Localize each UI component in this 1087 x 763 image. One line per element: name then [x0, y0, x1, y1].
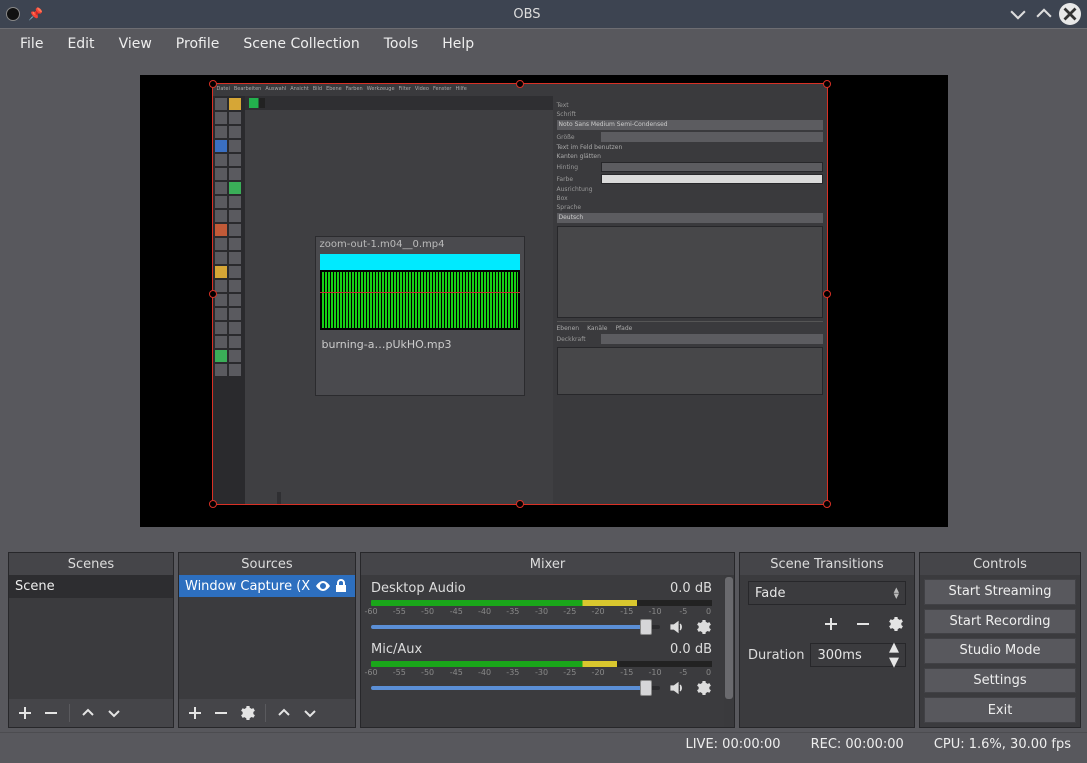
status-cpu: CPU: 1.6%, 30.00 fps [934, 737, 1071, 752]
duration-label: Duration [748, 648, 804, 663]
resize-handle-ml[interactable] [209, 290, 217, 298]
captured-float-window: zoom-out-1.m04__0.mp4 burning-a…pUkHO.mp… [315, 236, 525, 396]
transition-properties-button[interactable] [884, 613, 906, 635]
move-source-down-button[interactable] [300, 703, 320, 723]
mixer-channel-db: 0.0 dB [670, 642, 712, 657]
mixer-ticks: -60 -55 -50 -45 -40 -35 -30 -25 -20 -15 … [371, 668, 712, 677]
start-streaming-button[interactable]: Start Streaming [924, 579, 1076, 605]
start-recording-button[interactable]: Start Recording [924, 609, 1076, 635]
scenes-toolbar [9, 699, 173, 727]
speaker-icon[interactable] [668, 618, 686, 636]
remove-source-button[interactable] [211, 703, 231, 723]
remove-transition-button[interactable] [852, 613, 874, 635]
add-transition-button[interactable] [820, 613, 842, 635]
dock-panels: Scenes Scene Sources Window Capture (X [0, 548, 1087, 732]
mixer-channel-name: Desktop Audio [371, 581, 466, 596]
source-item-label: Window Capture (X [185, 579, 313, 594]
scenes-list[interactable]: Scene [9, 575, 173, 699]
source-selection[interactable]: DateiBearbeitenAuswahlAnsichtBildEbeneFa… [212, 83, 828, 505]
scene-item[interactable]: Scene [9, 575, 173, 598]
menu-help[interactable]: Help [430, 32, 486, 56]
resize-handle-tm[interactable] [516, 80, 524, 88]
status-rec: REC: 00:00:00 [811, 737, 904, 752]
mixer-meter [371, 661, 712, 667]
move-source-up-button[interactable] [274, 703, 294, 723]
volume-slider[interactable] [371, 619, 660, 635]
pin-icon[interactable]: 📌 [28, 7, 43, 21]
panel-scenes-header: Scenes [9, 553, 173, 575]
menu-edit[interactable]: Edit [55, 32, 106, 56]
panel-controls: Controls Start Streaming Start Recording… [919, 552, 1081, 728]
menu-tools[interactable]: Tools [372, 32, 431, 56]
status-live: LIVE: 00:00:00 [685, 737, 780, 752]
menu-view[interactable]: View [107, 32, 164, 56]
mixer-channel-db: 0.0 dB [670, 581, 712, 596]
panel-controls-header: Controls [920, 553, 1080, 575]
resize-handle-br[interactable] [823, 500, 831, 508]
app-icon [6, 7, 20, 21]
volume-slider[interactable] [371, 680, 660, 696]
captured-right-dock: Text Schrift Noto Sans Medium Semi-Conde… [553, 96, 827, 504]
move-scene-up-button[interactable] [78, 703, 98, 723]
source-properties-button[interactable] [237, 703, 257, 723]
duration-spinbox[interactable]: 300ms ▲▼ [810, 643, 906, 667]
gear-icon[interactable] [694, 679, 712, 697]
menu-scene-collection[interactable]: Scene Collection [231, 32, 371, 56]
mixer-channel-mic: Mic/Aux 0.0 dB -60 -55 -50 -45 -40 -35 -… [371, 642, 712, 697]
captured-canvas-area: zoom-out-1.m04__0.mp4 burning-a…pUkHO.mp… [245, 96, 555, 504]
minimize-button[interactable] [1007, 3, 1029, 25]
statusbar: LIVE: 00:00:00 REC: 00:00:00 CPU: 1.6%, … [0, 732, 1087, 756]
panel-scenes: Scenes Scene [8, 552, 174, 728]
mixer-meter [371, 600, 712, 606]
sources-list[interactable]: Window Capture (X [179, 575, 355, 699]
transition-select[interactable]: Fade ▲▼ [748, 581, 906, 605]
chevron-updown-icon: ▲▼ [889, 640, 899, 670]
speaker-icon[interactable] [668, 679, 686, 697]
panel-mixer: Mixer Desktop Audio 0.0 dB -60 -55 -50 [360, 552, 735, 728]
menu-profile[interactable]: Profile [164, 32, 232, 56]
resize-handle-tl[interactable] [209, 80, 217, 88]
captured-toolbox [213, 96, 245, 504]
resize-handle-bl[interactable] [209, 500, 217, 508]
titlebar: 📌 OBS [0, 0, 1087, 28]
mixer-channel-desktop: Desktop Audio 0.0 dB -60 -55 -50 -45 -40… [371, 581, 712, 636]
chevron-updown-icon: ▲▼ [894, 587, 899, 599]
close-button[interactable] [1059, 3, 1081, 25]
sources-toolbar [179, 699, 355, 727]
panel-transitions-header: Scene Transitions [740, 553, 914, 575]
resize-handle-tr[interactable] [823, 80, 831, 88]
maximize-button[interactable] [1033, 3, 1055, 25]
resize-handle-mr[interactable] [823, 290, 831, 298]
gear-icon[interactable] [694, 618, 712, 636]
preview-canvas[interactable]: DateiBearbeitenAuswahlAnsichtBildEbeneFa… [140, 75, 948, 527]
duration-value: 300ms [817, 648, 861, 663]
mixer-scrollbar[interactable] [724, 575, 734, 727]
menu-file[interactable]: File [8, 32, 55, 56]
source-item[interactable]: Window Capture (X [179, 575, 355, 597]
mixer-body: Desktop Audio 0.0 dB -60 -55 -50 -45 -40… [361, 575, 722, 727]
mixer-ticks: -60 -55 -50 -45 -40 -35 -30 -25 -20 -15 … [371, 607, 712, 616]
panel-mixer-header: Mixer [361, 553, 734, 575]
captured-window: DateiBearbeitenAuswahlAnsichtBildEbeneFa… [213, 84, 827, 504]
add-source-button[interactable] [185, 703, 205, 723]
move-scene-down-button[interactable] [104, 703, 124, 723]
panel-transitions: Scene Transitions Fade ▲▼ Duration 300ms… [739, 552, 915, 728]
app-window: 📌 OBS File Edit View Profile Scene Colle… [0, 0, 1087, 763]
exit-button[interactable]: Exit [924, 697, 1076, 723]
visibility-icon[interactable] [315, 578, 331, 594]
lock-icon[interactable] [333, 578, 349, 594]
panel-sources: Sources Window Capture (X [178, 552, 356, 728]
resize-handle-bm[interactable] [516, 500, 524, 508]
settings-button[interactable]: Settings [924, 668, 1076, 694]
preview-area: DateiBearbeitenAuswahlAnsichtBildEbeneFa… [0, 58, 1087, 548]
panel-sources-header: Sources [179, 553, 355, 575]
window-title: OBS [51, 7, 1003, 22]
transition-selected: Fade [755, 586, 786, 601]
captured-statusbar [277, 492, 281, 504]
studio-mode-button[interactable]: Studio Mode [924, 638, 1076, 664]
menubar: File Edit View Profile Scene Collection … [0, 28, 1087, 58]
add-scene-button[interactable] [15, 703, 35, 723]
mixer-channel-name: Mic/Aux [371, 642, 422, 657]
remove-scene-button[interactable] [41, 703, 61, 723]
